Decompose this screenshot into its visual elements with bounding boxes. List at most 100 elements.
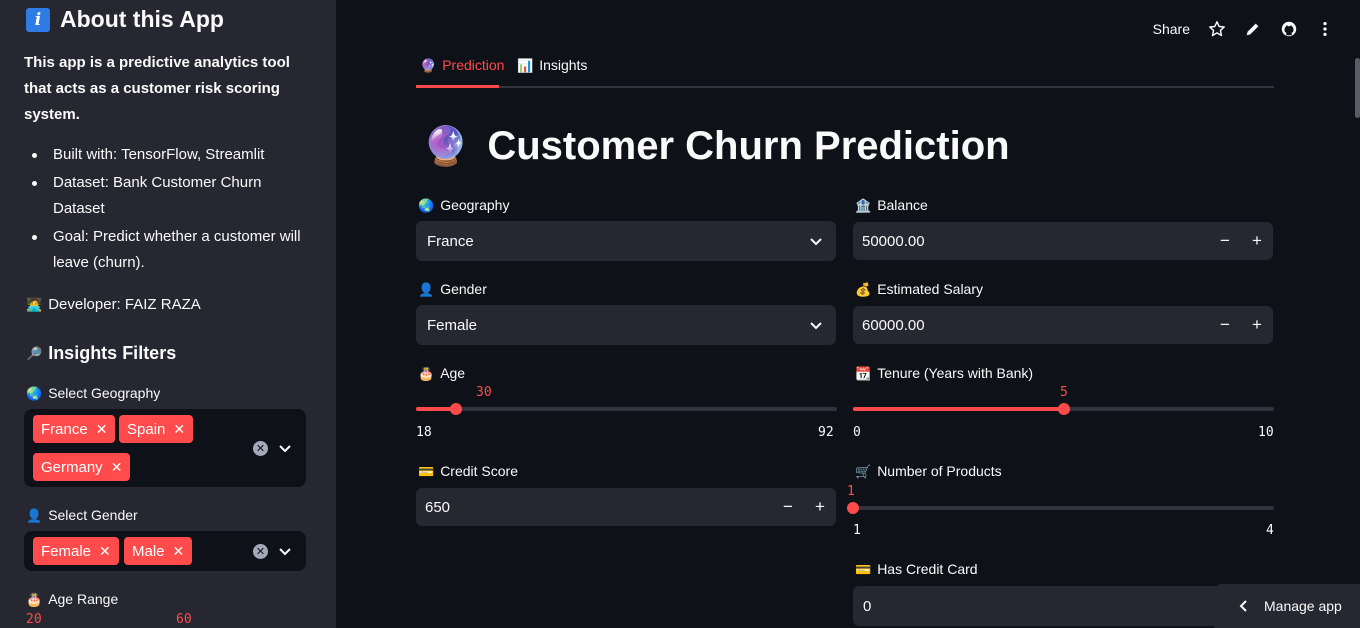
close-icon[interactable]: ✕ — [96, 421, 108, 438]
gender-multiselect[interactable]: Female ✕ Male ✕ ✕ — [24, 531, 306, 571]
credit-card-input[interactable]: 0 — [853, 586, 1273, 626]
increment-button[interactable]: + — [1241, 222, 1273, 260]
person-icon: 👤 — [26, 507, 43, 523]
age-label: 🎂 Age — [418, 365, 465, 381]
decrement-button[interactable]: − — [1209, 306, 1241, 344]
credit-card-value[interactable]: 0 — [863, 598, 871, 615]
developer-text: Developer: FAIZ RAZA — [48, 296, 201, 313]
developer-icon: 🧑‍💻 — [26, 297, 43, 312]
credit-card-label-text: Has Credit Card — [877, 561, 978, 577]
chip-france[interactable]: France ✕ — [33, 415, 116, 443]
age-slider-thumb[interactable] — [449, 403, 462, 415]
geography-select[interactable]: France — [416, 221, 836, 261]
tenure-slider[interactable] — [853, 403, 1274, 415]
credit-score-value[interactable]: 650 — [425, 499, 450, 516]
scrollbar[interactable] — [1355, 58, 1360, 118]
bank-icon: 🏦 — [855, 197, 872, 213]
salary-label-text: Estimated Salary — [877, 281, 984, 297]
crystal-ball-icon: 🔮 — [420, 57, 437, 73]
tenure-slider-max: 10 — [1258, 425, 1274, 440]
tenure-label: 📆 Tenure (Years with Bank) — [855, 365, 1033, 381]
more-vertical-icon[interactable] — [1316, 20, 1334, 38]
decrement-button[interactable]: − — [1209, 222, 1241, 260]
calendar-icon: 📆 — [855, 365, 872, 381]
chip-label: Spain — [127, 420, 166, 438]
balance-label-text: Balance — [877, 197, 928, 213]
insights-filters-heading: 🔎 Insights Filters — [26, 343, 176, 364]
cake-icon: 🎂 — [418, 365, 435, 381]
globe-icon: 🌏 — [26, 385, 43, 401]
salary-label: 💰 Estimated Salary — [855, 281, 983, 297]
clear-all-icon[interactable]: ✕ — [253, 441, 268, 456]
tenure-slider-fill — [853, 407, 1064, 411]
tab-prediction[interactable]: 🔮 Prediction — [420, 57, 504, 73]
increment-button[interactable]: + — [804, 488, 836, 526]
age-slider[interactable] — [416, 403, 837, 415]
close-icon[interactable]: ✕ — [99, 543, 111, 560]
chip-male[interactable]: Male ✕ — [124, 537, 193, 565]
chip-label: France — [41, 420, 88, 438]
sidebar-title-text: About this App — [60, 6, 224, 32]
salary-input[interactable]: 60000.00 − + — [853, 306, 1273, 344]
tab-bar: 🔮 Prediction 📊 Insights — [416, 50, 1274, 88]
person-icon: 👤 — [418, 281, 435, 297]
tenure-slider-value: 5 — [1060, 385, 1068, 400]
chevron-down-icon[interactable] — [277, 543, 293, 559]
close-icon[interactable]: ✕ — [173, 421, 185, 438]
bullet-item: Dataset: Bank Customer Churn Dataset — [24, 170, 314, 222]
tenure-label-text: Tenure (Years with Bank) — [877, 365, 1034, 381]
age-slider-value: 30 — [476, 385, 492, 400]
decrement-button[interactable]: − — [772, 488, 804, 526]
github-icon[interactable] — [1280, 20, 1298, 38]
share-button[interactable]: Share — [1153, 21, 1190, 37]
geography-label: 🌏 Geography — [418, 197, 509, 213]
balance-value[interactable]: 50000.00 — [862, 233, 925, 250]
salary-value[interactable]: 60000.00 — [862, 317, 925, 334]
increment-button[interactable]: + — [1241, 306, 1273, 344]
chevron-down-icon[interactable] — [808, 233, 824, 249]
toolbar: Share — [1153, 20, 1334, 38]
close-icon[interactable]: ✕ — [173, 543, 185, 560]
geo-multiselect[interactable]: France ✕ Spain ✕ Germany ✕ ✕ — [24, 409, 306, 487]
active-tab-indicator — [416, 85, 499, 88]
credit-card-label: 💳 Has Credit Card — [855, 561, 978, 577]
products-slider-max: 4 — [1266, 523, 1274, 538]
age-range-max: 60 — [176, 612, 192, 627]
pencil-icon[interactable] — [1244, 20, 1262, 38]
products-label: 🛒 Number of Products — [855, 463, 1002, 479]
products-slider[interactable] — [847, 502, 1274, 514]
gender-label-text: Gender — [440, 281, 487, 297]
sidebar-title: i About this App — [26, 6, 224, 33]
gender-label: 👤 Gender — [418, 281, 487, 297]
gender-filter-label-text: Select Gender — [48, 507, 138, 523]
tenure-slider-thumb[interactable] — [1057, 403, 1070, 415]
page-title: 🔮 Customer Churn Prediction — [422, 124, 1010, 169]
chip-female[interactable]: Female ✕ — [33, 537, 119, 565]
chip-spain[interactable]: Spain ✕ — [119, 415, 194, 443]
products-label-text: Number of Products — [877, 463, 1002, 479]
geography-label-text: Geography — [440, 197, 510, 213]
star-icon[interactable] — [1208, 20, 1226, 38]
chip-germany[interactable]: Germany ✕ — [33, 453, 131, 481]
close-icon[interactable]: ✕ — [111, 459, 123, 476]
products-slider-thumb[interactable] — [847, 502, 859, 514]
products-slider-value: 1 — [847, 484, 855, 499]
tab-prediction-label: Prediction — [442, 57, 505, 73]
crystal-ball-icon: 🔮 — [422, 125, 470, 168]
chevron-down-icon[interactable] — [808, 317, 824, 333]
manage-app-button[interactable]: Manage app — [1214, 584, 1360, 628]
globe-icon: 🌏 — [418, 197, 435, 213]
products-slider-min: 1 — [853, 523, 861, 538]
credit-score-input[interactable]: 650 − + — [416, 488, 836, 526]
tab-insights[interactable]: 📊 Insights — [517, 57, 587, 73]
clear-all-icon[interactable]: ✕ — [253, 544, 268, 559]
filters-title-text: Insights Filters — [48, 343, 177, 363]
chip-label: Germany — [41, 458, 103, 476]
geo-filter-label: 🌏 Select Geography — [26, 385, 160, 401]
balance-label: 🏦 Balance — [855, 197, 928, 213]
chevron-down-icon[interactable] — [277, 440, 293, 456]
age-range-label-text: Age Range — [48, 591, 119, 607]
magnifier-icon: 🔎 — [26, 346, 43, 361]
gender-select[interactable]: Female — [416, 305, 836, 345]
balance-input[interactable]: 50000.00 − + — [853, 222, 1273, 260]
